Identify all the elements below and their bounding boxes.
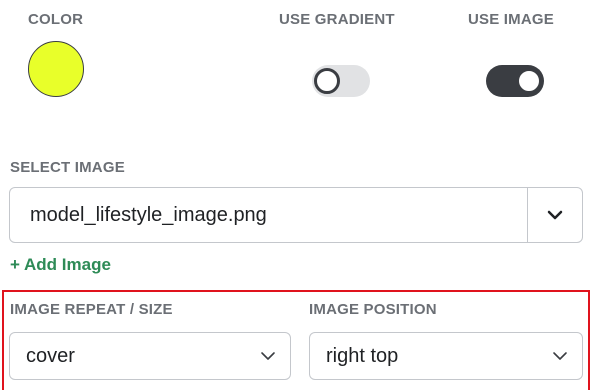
chevron-down-icon[interactable] — [528, 188, 582, 242]
image-select-dropdown[interactable]: model_lifestyle_image.png — [9, 187, 583, 243]
image-repeat-size-label: IMAGE REPEAT / SIZE — [10, 301, 173, 318]
use-image-label: USE IMAGE — [468, 11, 554, 28]
add-image-link[interactable]: + Add Image — [10, 255, 111, 275]
image-repeat-size-select[interactable]: cover — [9, 332, 291, 380]
select-image-label: SELECT IMAGE — [10, 159, 125, 176]
color-swatch[interactable] — [28, 41, 84, 97]
use-gradient-label: USE GRADIENT — [279, 11, 395, 28]
image-background-settings-panel: COLOR USE GRADIENT USE IMAGE SELECT IMAG… — [0, 0, 592, 390]
image-position-select[interactable]: right top — [309, 332, 583, 380]
chevron-down-icon — [260, 351, 276, 361]
selected-image-value: model_lifestyle_image.png — [30, 203, 267, 226]
toggle-knob — [314, 68, 340, 94]
toggle-knob — [516, 68, 542, 94]
chevron-down-icon — [552, 351, 568, 361]
color-label: COLOR — [28, 11, 84, 28]
use-image-toggle[interactable] — [486, 65, 544, 97]
position-value: right top — [326, 344, 399, 367]
image-position-label: IMAGE POSITION — [309, 301, 437, 318]
repeat-size-value: cover — [26, 344, 75, 367]
use-gradient-toggle[interactable] — [312, 65, 370, 97]
